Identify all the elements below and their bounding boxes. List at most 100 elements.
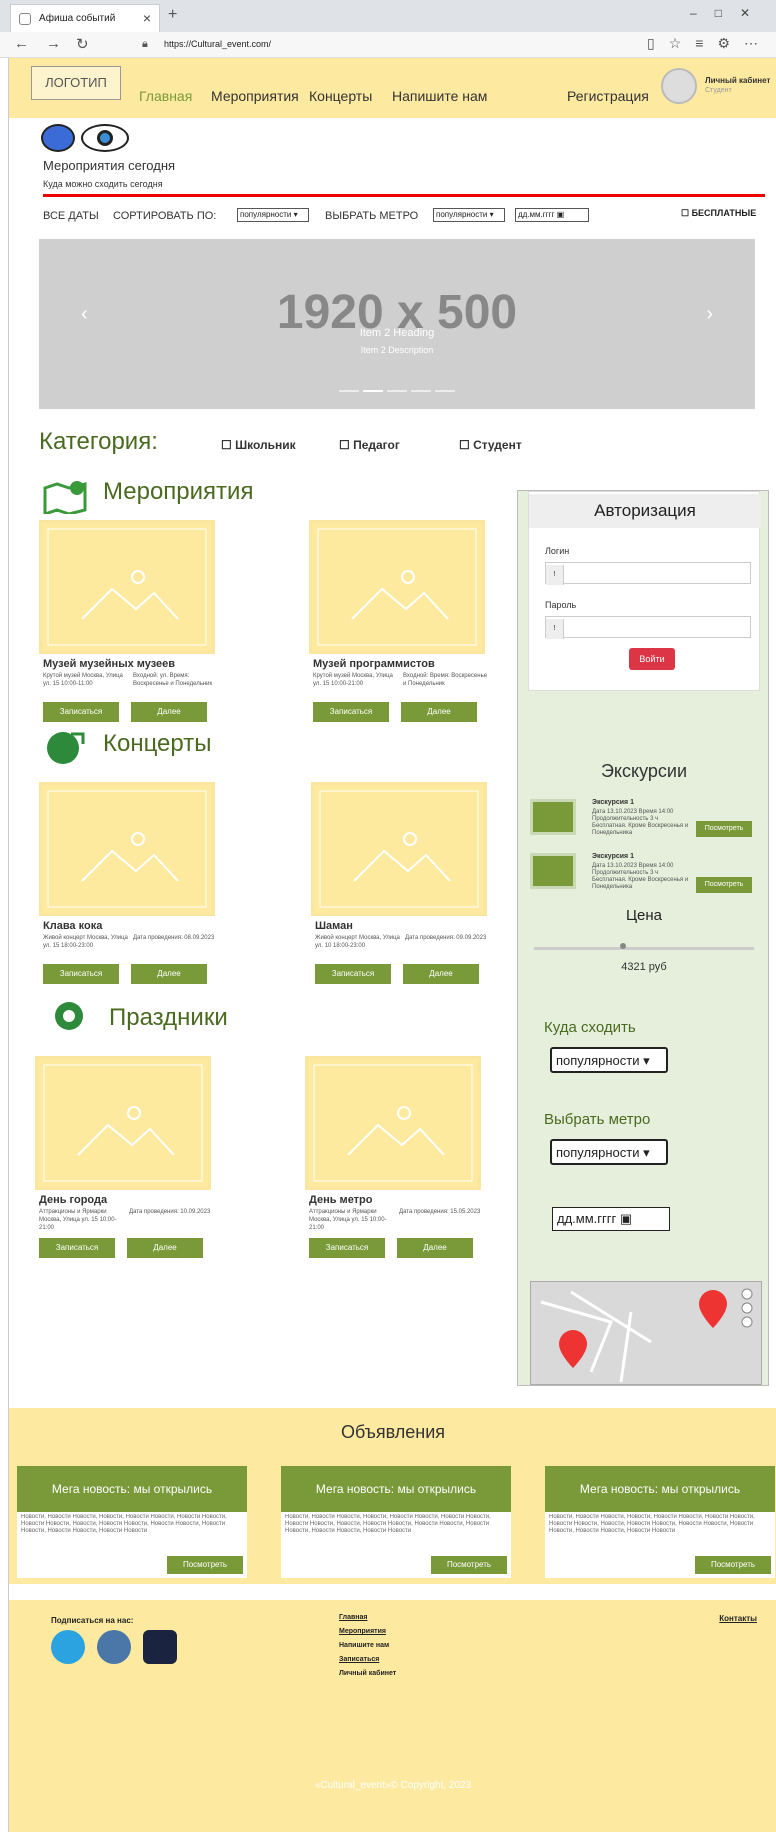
telegram-icon[interactable]: [51, 1630, 85, 1664]
card-date: Входной: Время: Воскресенье и Понедельни…: [403, 673, 488, 687]
browser-tab[interactable]: Афиша событий ×: [10, 4, 160, 32]
card-date: Дата проведения: 15.05.2023: [399, 1209, 481, 1215]
user-icon: !: [546, 565, 564, 585]
card-image: [39, 520, 215, 654]
login-input[interactable]: !: [545, 562, 751, 585]
excursion-name: Экскурсия 1: [592, 853, 634, 860]
more-button[interactable]: Далее: [127, 1238, 203, 1258]
carousel-next-icon[interactable]: ›: [706, 303, 713, 326]
more-button[interactable]: Далее: [131, 964, 207, 984]
signup-button[interactable]: Записаться: [39, 1238, 115, 1258]
news-view-button[interactable]: Посмотреть: [167, 1556, 243, 1574]
card-image: [35, 1056, 211, 1190]
card-title: Клава кока: [43, 920, 103, 932]
signup-button[interactable]: Записаться: [313, 702, 389, 722]
map-icon: [43, 481, 87, 514]
where-title: Куда сходить: [544, 1019, 636, 1036]
news-card: Мега новость: мы открылись Новости, Ново…: [281, 1466, 511, 1578]
announcements-title: Объявления: [340, 1422, 446, 1442]
url-field[interactable]: https://Cultural_event.com/: [164, 39, 271, 49]
vk-icon[interactable]: [97, 1630, 131, 1664]
login-button[interactable]: Войти: [629, 648, 675, 670]
coin-icon: [41, 124, 75, 152]
metro-title: Выбрать метро: [544, 1111, 651, 1128]
carousel-indicator[interactable]: [387, 390, 407, 392]
footer-link-cabinet[interactable]: Личный кабинет: [339, 1670, 396, 1677]
date-input[interactable]: дд.мм.гггг ▣: [515, 208, 589, 222]
cabinet-link[interactable]: Личный кабинет: [705, 76, 770, 85]
password-input[interactable]: !: [545, 616, 751, 639]
subscribe-label: Подписаться на нас:: [51, 1616, 134, 1625]
where-select[interactable]: популярности ▾: [550, 1047, 668, 1073]
more-button[interactable]: Далее: [397, 1238, 473, 1258]
footer-link-contact[interactable]: Напишите нам: [339, 1642, 389, 1649]
card-title: Музей музейных музеев: [43, 658, 176, 670]
copyright: «Cultural_event»© Copyright, 2023: [314, 1780, 472, 1791]
nav-home[interactable]: Главная: [139, 88, 192, 104]
excursion-view-button[interactable]: Посмотреть: [696, 821, 752, 837]
forward-icon[interactable]: →: [46, 35, 61, 52]
carousel-indicator[interactable]: [339, 390, 359, 392]
card-image: [305, 1056, 481, 1190]
globe-icon: [47, 732, 85, 764]
footer-contacts[interactable]: Контакты: [719, 1614, 757, 1623]
price-slider[interactable]: [534, 947, 754, 950]
carousel-indicator[interactable]: [363, 390, 383, 392]
announcements: Объявления Мега новость: мы открылись Но…: [9, 1408, 776, 1584]
free-checkbox[interactable]: ☐ БЕСПЛАТНЫЕ: [681, 208, 756, 219]
category-student-checkbox[interactable]: ☐ Студент: [459, 438, 522, 452]
metro-select[interactable]: популярности ▾: [433, 208, 505, 222]
footer-link-events[interactable]: Мероприятия: [339, 1628, 386, 1635]
category-teacher-checkbox[interactable]: ☐ Педагог: [339, 438, 400, 452]
more-button[interactable]: Далее: [403, 964, 479, 984]
news-view-button[interactable]: Посмотреть: [695, 1556, 771, 1574]
metro-select-side[interactable]: популярности ▾: [550, 1139, 668, 1165]
refresh-icon[interactable]: ↻: [76, 35, 89, 53]
excursion-view-button[interactable]: Посмотреть: [696, 877, 752, 893]
footer-link-home[interactable]: Главная: [339, 1614, 367, 1621]
more-button[interactable]: Далее: [401, 702, 477, 722]
window-controls[interactable]: –□✕: [690, 6, 768, 20]
card-title: День метро: [309, 1194, 373, 1206]
carousel-indicator[interactable]: [435, 390, 455, 392]
close-tab-icon[interactable]: ×: [143, 10, 151, 26]
eye-icon: [81, 124, 129, 152]
card-meta: Крутой музей Москва, Улица ул. 15 10:00-…: [43, 673, 123, 687]
favicon-icon: [19, 13, 31, 25]
signup-button[interactable]: Записаться: [43, 702, 119, 722]
signup-button[interactable]: Записаться: [309, 1238, 385, 1258]
toolbar-icons[interactable]: ▯☆≡⚙⋯: [647, 35, 772, 52]
logo[interactable]: ЛОГОТИП: [31, 66, 121, 100]
key-icon: !: [546, 619, 564, 639]
card-image: [309, 520, 485, 654]
signup-button[interactable]: Записаться: [43, 964, 119, 984]
back-icon[interactable]: ←: [14, 35, 29, 52]
all-dates-filter[interactable]: ВСЕ ДАТЫ: [43, 210, 99, 222]
footer-link-signup[interactable]: Записаться: [339, 1656, 379, 1663]
nav-register[interactable]: Регистрация: [567, 88, 649, 104]
page-title: Мероприятия сегодня: [43, 158, 176, 173]
carousel-prev-icon[interactable]: ‹: [81, 303, 88, 326]
news-view-button[interactable]: Посмотреть: [431, 1556, 507, 1574]
new-tab-icon[interactable]: +: [168, 6, 177, 24]
nav-contact[interactable]: Напишите нам: [392, 88, 487, 104]
sort-label: СОРТИРОВАТЬ ПО:: [113, 210, 217, 222]
rutube-icon[interactable]: [143, 1630, 177, 1664]
nav-events[interactable]: Мероприятия: [211, 88, 299, 104]
signup-button[interactable]: Записаться: [315, 964, 391, 984]
auth-title: Авторизация: [529, 494, 761, 528]
card-meta: Аттракционы и Ярмарки Москва, Улица ул. …: [309, 1209, 387, 1231]
category-school-checkbox[interactable]: ☐ Школьник: [221, 438, 296, 452]
map[interactable]: [530, 1281, 762, 1385]
card-image: [39, 782, 215, 916]
date-input-side[interactable]: дд.мм.гггг ▣: [552, 1207, 670, 1231]
price-slider-handle[interactable]: [620, 943, 626, 949]
avatar[interactable]: [661, 68, 697, 104]
nav-concerts[interactable]: Концерты: [309, 88, 372, 104]
carousel-indicator[interactable]: [411, 390, 431, 392]
more-button[interactable]: Далее: [131, 702, 207, 722]
lock-icon: 🔒︎: [142, 38, 148, 50]
sort-select[interactable]: популярности ▾: [237, 208, 309, 222]
price-title: Цена: [625, 907, 663, 924]
divider: [43, 194, 765, 197]
